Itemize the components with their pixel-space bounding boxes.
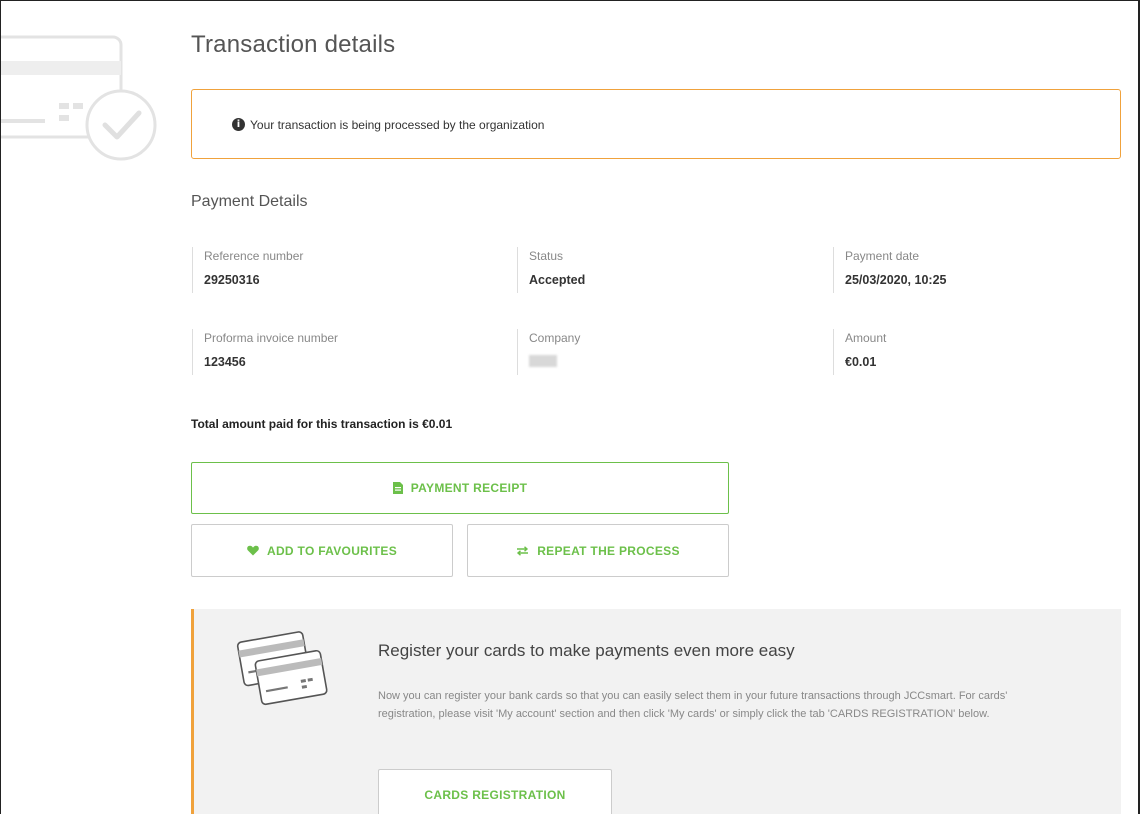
detail-label: Proforma invoice number — [204, 331, 339, 345]
redacted-company-value — [529, 355, 557, 367]
info-icon: i — [232, 118, 245, 131]
detail-value: 29250316 — [204, 273, 260, 287]
repeat-arrows-icon — [516, 545, 529, 556]
cards-registration-label: CARDS REGISTRATION — [424, 788, 566, 802]
detail-reference-number: Reference number 29250316 — [192, 247, 303, 293]
page-title: Transaction details — [191, 31, 396, 58]
total-amount-text: Total amount paid for this transaction i… — [191, 417, 453, 431]
detail-value: €0.01 — [845, 355, 877, 369]
register-cards-panel: Register your cards to make payments eve… — [191, 609, 1121, 814]
payment-receipt-button[interactable]: PAYMENT RECEIPT — [191, 462, 729, 514]
detail-company: Company — [517, 329, 580, 375]
detail-value: 123456 — [204, 355, 246, 369]
detail-status: Status Accepted — [517, 247, 585, 293]
detail-label: Amount — [845, 331, 887, 345]
document-icon — [392, 482, 403, 494]
add-to-favourites-label: ADD TO FAVOURITES — [267, 543, 397, 558]
notice-text: Your transaction is being processed by t… — [250, 118, 545, 132]
detail-payment-date: Payment date 25/03/2020, 10:25 — [833, 247, 946, 293]
processing-notice: i Your transaction is being processed by… — [191, 89, 1121, 159]
detail-label: Reference number — [204, 249, 304, 263]
detail-proforma-invoice: Proforma invoice number 123456 — [192, 329, 338, 375]
page-frame: Transaction details i Your transaction i… — [0, 0, 1140, 814]
add-to-favourites-button[interactable]: ADD TO FAVOURITES — [191, 524, 453, 577]
detail-label: Company — [529, 331, 581, 345]
repeat-process-button[interactable]: REPEAT THE PROCESS — [467, 524, 729, 577]
cards-registration-button[interactable]: CARDS REGISTRATION — [378, 769, 612, 814]
bank-cards-icon — [236, 631, 328, 706]
register-cards-title: Register your cards to make payments eve… — [378, 641, 795, 660]
detail-label: Status — [529, 249, 564, 263]
detail-amount: Amount €0.01 — [833, 329, 886, 375]
payment-receipt-label: PAYMENT RECEIPT — [410, 481, 528, 495]
detail-label: Payment date — [845, 249, 920, 263]
payment-details-heading: Payment Details — [191, 193, 308, 210]
register-cards-description: Now you can register your bank cards so … — [378, 690, 1008, 720]
detail-value: Accepted — [529, 273, 586, 287]
card-check-icon — [1, 35, 157, 161]
detail-value: 25/03/2020, 10:25 — [845, 273, 947, 287]
repeat-process-label: REPEAT THE PROCESS — [537, 543, 680, 558]
heart-icon — [247, 545, 259, 556]
